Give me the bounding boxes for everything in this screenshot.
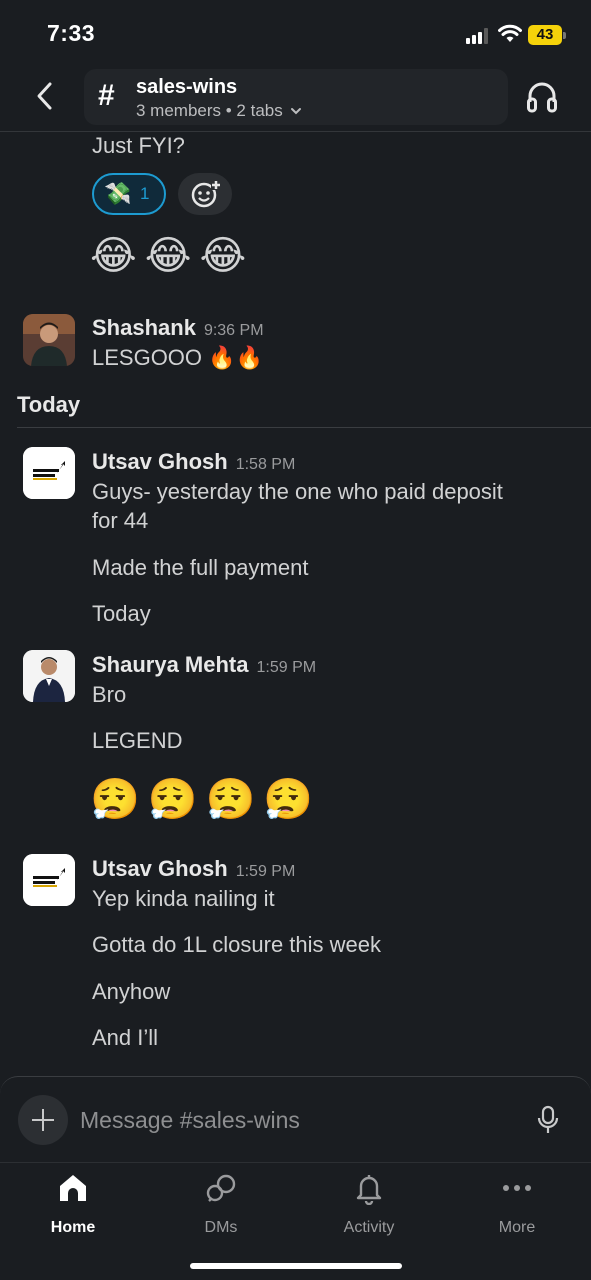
microphone-icon[interactable] [536,1105,560,1135]
tab-label: Home [50,1219,96,1236]
timestamp: 1:58 PM [235,456,296,473]
message-list[interactable]: Just FYI? 💸 1 😂😂😂 Shashank 9:36 PM LESGOO… [0,133,591,1076]
cellular-signal-icon [466,28,488,44]
tab-dms[interactable]: DMs [166,1171,276,1243]
project-logo-icon [23,447,75,499]
home-icon [60,1175,86,1201]
reaction-pill[interactable]: 💸 1 [92,173,166,215]
message-composer [0,1076,591,1162]
battery-level: 43 [536,26,554,43]
message-text: Gotta do 1L closure this week [92,932,382,957]
tab-more[interactable]: More [462,1171,572,1243]
avatar-utsav[interactable] [23,854,75,906]
more-dots-icon [503,1185,531,1191]
sender-name[interactable]: Utsav Ghosh 1:58 PM [92,449,295,475]
home-indicator [190,1263,402,1269]
message-text: Guys- yesterday the one who paid deposit [92,479,503,504]
money-wings-emoji: 💸 [104,181,132,206]
timestamp: 1:59 PM [256,659,317,676]
avatar-shashank[interactable] [23,314,75,366]
tab-label: DMs [204,1219,238,1236]
tab-label: Activity [343,1219,395,1236]
project-logo-icon [23,854,75,906]
avatar-shaurya[interactable] [23,650,75,702]
date-divider: Today [17,392,81,417]
message-input[interactable] [80,1103,500,1137]
channel-meta: 3 members • 2 tabs [136,101,302,121]
person-photo-icon [23,650,75,702]
person-photo-icon [23,314,75,366]
sender-name-text: Shashank [92,315,196,340]
message-text: LESGOOO 🔥🔥 [92,345,263,370]
exhale-emojis: 😮‍💨😮‍💨😮‍💨😮‍💨 [90,778,322,822]
timestamp: 9:36 PM [203,322,264,339]
bell-icon [356,1175,382,1205]
back-chevron-icon[interactable] [28,76,64,116]
reaction-count: 1 [140,184,150,203]
message-text: Made the full payment [92,555,309,580]
sender-name-text: Shaurya Mehta [92,652,249,677]
tab-label: More [498,1219,536,1236]
channel-name: sales-wins [136,76,238,98]
message-text: Bro [92,682,127,707]
message-text: Just FYI? [92,133,185,158]
wifi-icon [498,24,522,42]
sender-name[interactable]: Shashank 9:36 PM [92,315,264,341]
avatar-utsav[interactable] [23,447,75,499]
laugh-emojis: 😂😂😂 [90,234,255,278]
channel-meta-text: 3 members • 2 tabs [136,101,283,120]
channel-header: # sales-wins 3 members • 2 tabs [0,66,591,132]
chevron-down-icon [291,108,302,115]
hash-icon: # [98,79,115,112]
message-text: Yep kinda nailing it [92,886,275,911]
dms-icon [206,1174,236,1202]
add-reaction-button[interactable] [178,173,232,215]
sender-name[interactable]: Utsav Ghosh 1:59 PM [92,856,295,882]
divider-line [17,427,591,428]
channel-info-button[interactable]: # sales-wins 3 members • 2 tabs [84,69,508,125]
sender-name[interactable]: Shaurya Mehta 1:59 PM [92,652,316,678]
add-emoji-icon [191,180,221,208]
status-time: 7:33 [47,20,96,46]
timestamp: 1:59 PM [235,863,296,880]
message-text: And I’ll [92,1025,159,1050]
headphones-icon[interactable] [526,80,558,114]
bottom-tab-bar: Home DMs Activity More [0,1162,591,1280]
sender-name-text: Utsav Ghosh [92,856,228,881]
add-attachment-button[interactable] [18,1095,68,1145]
status-bar: 7:33 43 [0,0,591,66]
battery-icon: 43 [528,25,566,45]
message-text: for 44 [92,508,149,533]
sender-name-text: Utsav Ghosh [92,449,228,474]
tab-home[interactable]: Home [18,1171,128,1243]
message-text: Today [92,601,151,626]
message-text: LEGEND [92,728,183,753]
message-text: Anyhow [92,979,171,1004]
tab-activity[interactable]: Activity [314,1171,424,1243]
